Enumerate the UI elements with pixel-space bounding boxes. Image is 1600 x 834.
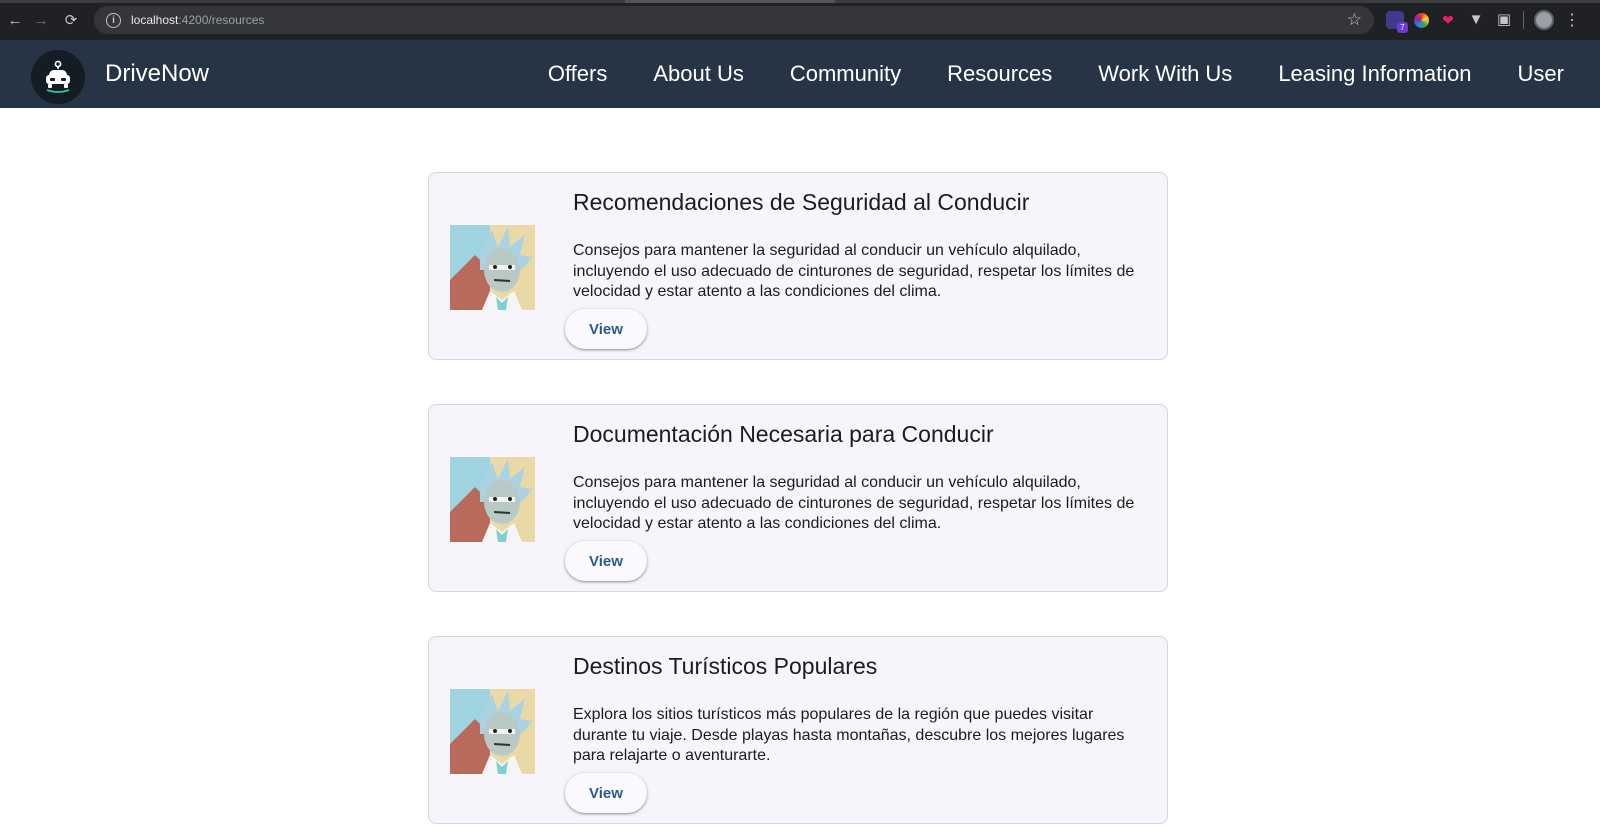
nav-resources[interactable]: Resources [947,61,1052,87]
browser-toolbar: ← → ⟳ i localhost:4200/resources ☆ 7 ❤ ▼… [0,0,1600,40]
card-thumbnail [450,689,535,774]
extension-badge: 7 [1397,22,1408,33]
active-tab-indicator [625,0,835,3]
bookmark-star-icon[interactable]: ☆ [1347,10,1362,30]
brand-name[interactable]: DriveNow [105,40,209,108]
extension-icon[interactable]: 7 [1386,11,1408,33]
forward-icon[interactable]: → [26,5,56,35]
character-thumbnail-graphic [450,225,535,310]
card-title: Destinos Turísticos Populares [573,653,878,679]
main-nav: Offers About Us Community Resources Work… [548,40,1564,108]
nav-community[interactable]: Community [790,61,901,87]
card-description: Explora los sitios turísticos más popula… [573,706,1125,764]
card-title: Documentación Necesaria para Conducir [573,421,994,447]
heart-extension-icon[interactable]: ❤ [1439,11,1457,29]
car-icon[interactable] [31,50,85,104]
nav-user[interactable]: User [1518,61,1564,87]
puzzle-icon[interactable]: ▣ [1495,11,1513,29]
reload-icon[interactable]: ⟳ [56,5,86,35]
app-header: DriveNow Offers About Us Community Resou… [0,40,1600,108]
resource-card: Documentación Necesaria para Conducir Co… [428,404,1168,592]
character-thumbnail-graphic [450,689,535,774]
extensions-area: 7 ❤ ▼ ▣ ⋮ [1386,10,1580,33]
character-thumbnail-graphic [450,457,535,542]
color-wheel-extension-icon[interactable] [1414,12,1429,28]
profile-avatar[interactable] [1534,10,1554,30]
card-title: Recomendaciones de Seguridad al Conducir [573,189,1030,215]
view-button[interactable]: View [565,773,647,813]
nav-offers[interactable]: Offers [548,61,608,87]
url-host: localhost [131,13,179,27]
tab-strip-edge [0,0,1600,3]
card-description: Consejos para mantener la seguridad al c… [573,474,1135,532]
url-path: :4200/resources [178,13,265,27]
info-icon[interactable]: i [106,12,121,28]
resource-card: Recomendaciones de Seguridad al Conducir… [428,172,1168,360]
card-description: Consejos para mantener la seguridad al c… [573,242,1135,300]
view-button[interactable]: View [565,309,647,349]
resource-card: Destinos Turísticos Populares Explora lo… [428,636,1168,824]
car-logo-graphic [46,60,70,93]
view-button[interactable]: View [565,541,647,581]
nav-work-with-us[interactable]: Work With Us [1098,61,1232,87]
nav-leasing-information[interactable]: Leasing Information [1278,61,1471,87]
card-thumbnail [450,457,535,542]
card-thumbnail [450,225,535,310]
vue-devtools-icon[interactable]: ▼ [1467,11,1485,29]
menu-dots-icon[interactable]: ⋮ [1564,10,1580,30]
toolbar-divider [1523,11,1524,29]
address-bar[interactable]: i localhost:4200/resources ☆ [94,6,1374,34]
nav-about-us[interactable]: About Us [653,61,744,87]
